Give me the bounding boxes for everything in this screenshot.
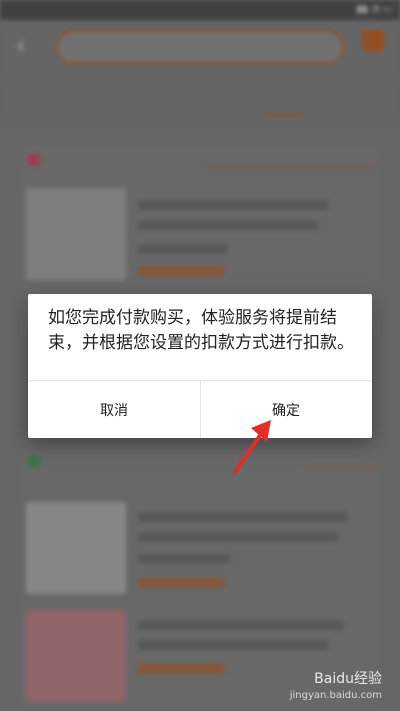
annotation-arrow-icon: [233, 420, 271, 474]
confirm-dialog: 如您完成付款购买，体验服务将提前结束，并根据您设置的扣款方式进行扣款。 取消 确…: [28, 294, 372, 438]
dialog-message: 如您完成付款购买，体验服务将提前结束，并根据您设置的扣款方式进行扣款。: [48, 308, 354, 353]
cancel-button[interactable]: 取消: [28, 381, 200, 438]
watermark-url: jingyan.baidu.com: [289, 690, 382, 701]
watermark: Baidu经验 jingyan.baidu.com: [290, 668, 382, 701]
watermark-brand: Baidu经验: [314, 671, 382, 687]
